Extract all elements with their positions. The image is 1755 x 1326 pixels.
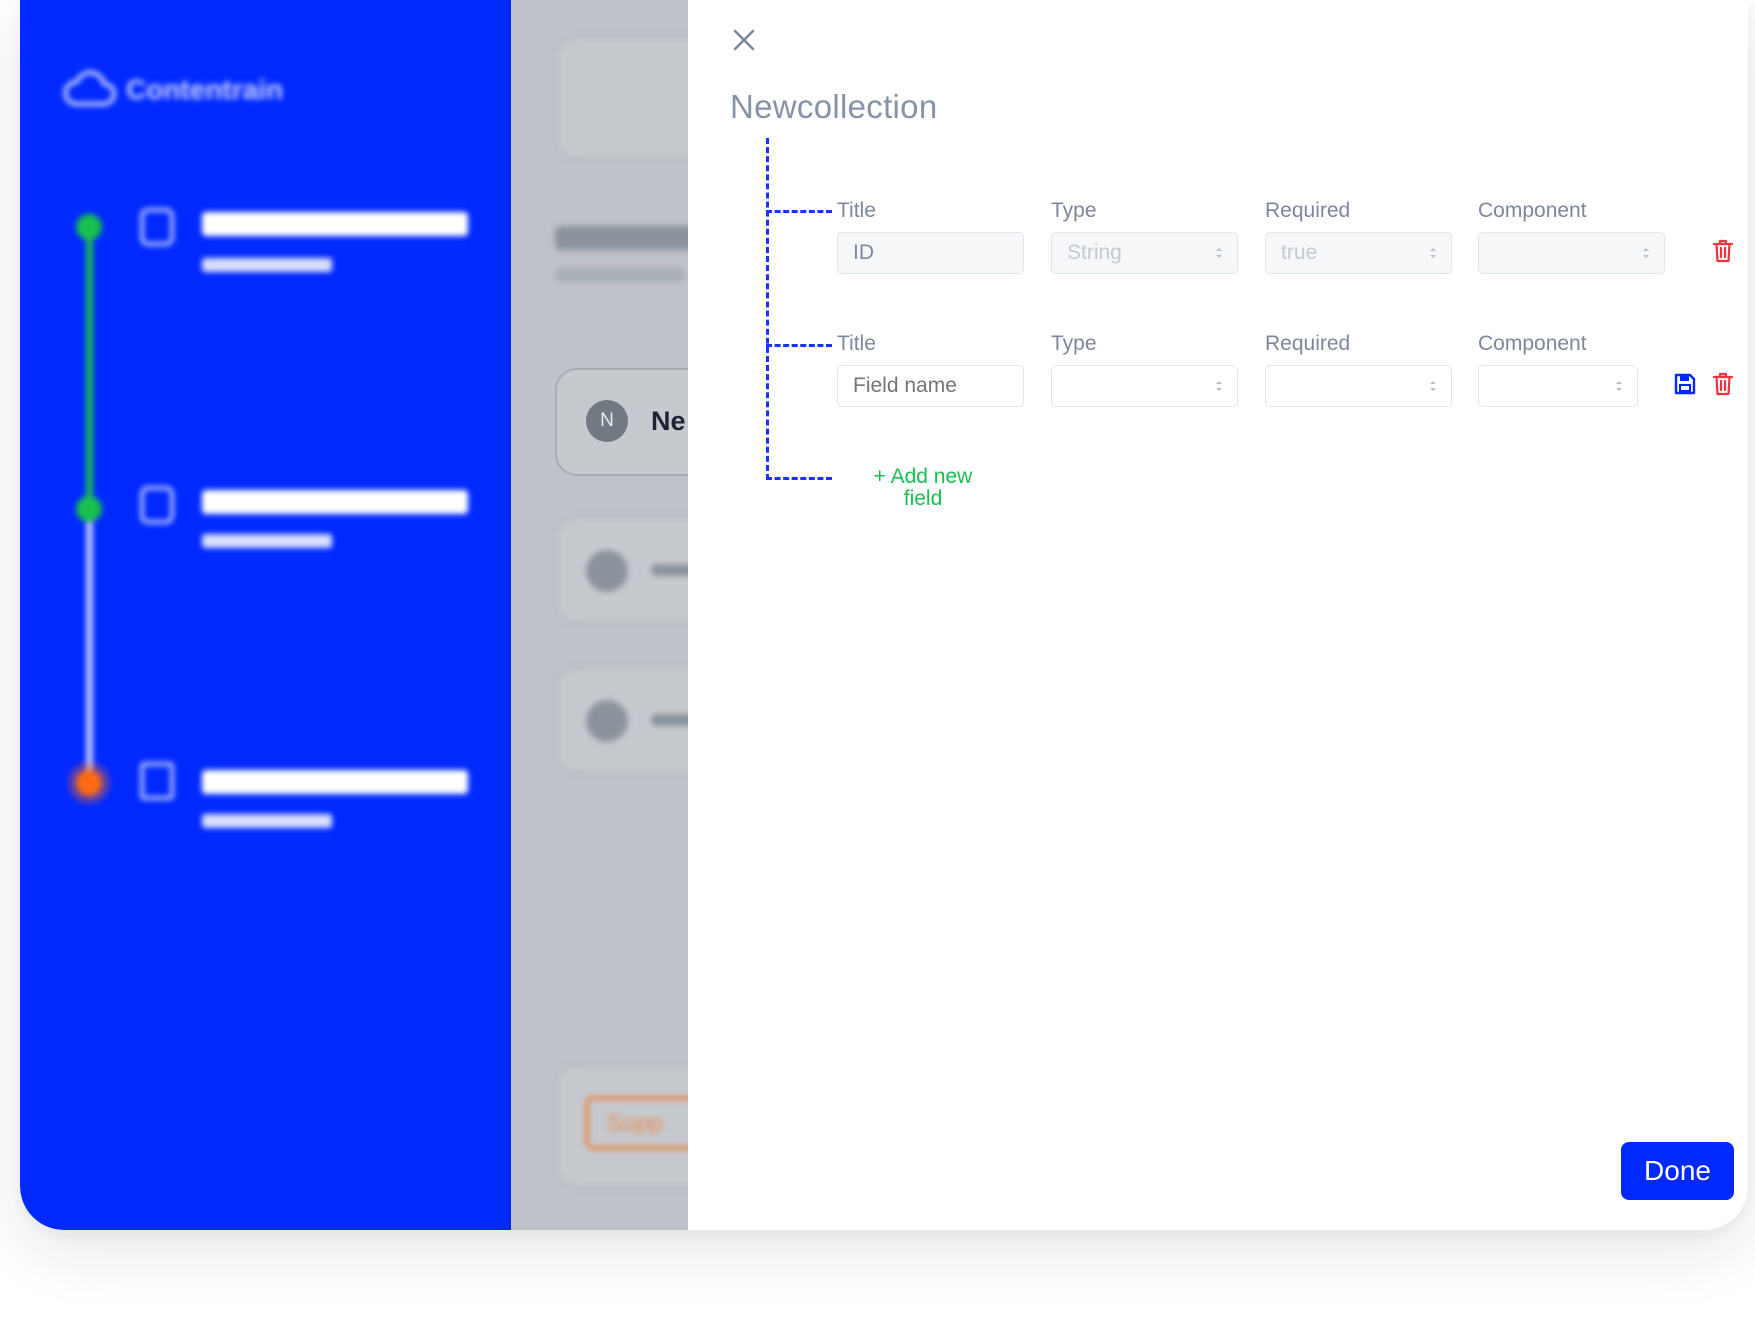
delete-field-button[interactable]: [1710, 370, 1736, 398]
select-arrows-icon: [1616, 381, 1622, 391]
field-name-input[interactable]: [838, 373, 1025, 399]
select-arrows-icon: [1430, 248, 1436, 258]
type-select[interactable]: String: [1051, 232, 1238, 274]
component-select[interactable]: [1478, 232, 1665, 274]
collection-name: Ne: [651, 406, 686, 436]
step-dot-complete: [76, 496, 102, 522]
tree-branch: [766, 344, 832, 347]
save-icon: [1674, 373, 1696, 395]
close-icon: [733, 29, 755, 51]
add-new-field-button[interactable]: + Add new field: [858, 466, 988, 510]
title-input-value: ID: [853, 241, 874, 264]
database-icon: [140, 208, 174, 246]
sidebar: Contentrain: [20, 0, 511, 1230]
step-title-placeholder: [202, 212, 468, 236]
select-arrows-icon: [1643, 248, 1649, 258]
trash-icon: [1712, 372, 1734, 396]
component-column-label: Component: [1478, 199, 1587, 222]
panel-title: Newcollection: [730, 88, 938, 125]
step-dot-current: [76, 770, 102, 796]
done-button[interactable]: Done: [1621, 1142, 1734, 1200]
required-select[interactable]: true: [1265, 232, 1452, 274]
title-input[interactable]: ID: [837, 232, 1024, 274]
select-arrows-icon: [1430, 381, 1436, 391]
component-select[interactable]: [1478, 365, 1638, 407]
type-select-value: String: [1067, 241, 1122, 264]
title-column-label: Title: [837, 332, 876, 355]
required-select[interactable]: [1265, 365, 1452, 407]
close-button[interactable]: [728, 24, 760, 56]
collection-avatar: N: [586, 400, 628, 442]
step-title-placeholder: [202, 770, 468, 794]
title-column-label: Title: [837, 199, 876, 222]
select-arrows-icon: [1216, 248, 1222, 258]
tree-connector: [766, 138, 769, 480]
step-dot-complete: [76, 214, 102, 240]
background-subheading-placeholder: [555, 268, 685, 282]
tree-branch: [766, 477, 832, 480]
tree-branch: [766, 210, 832, 213]
step-subtitle-placeholder: [202, 814, 332, 828]
cloud-icon: [63, 70, 116, 106]
step-title-placeholder: [202, 490, 468, 514]
save-field-button[interactable]: [1672, 370, 1698, 398]
type-column-label: Type: [1051, 332, 1097, 355]
progress-line-pending: [86, 510, 93, 786]
avatar: [586, 700, 628, 742]
step-subtitle-placeholder: [202, 534, 332, 548]
component-column-label: Component: [1478, 332, 1587, 355]
select-arrows-icon: [1216, 381, 1222, 391]
collection-editor-panel: Newcollection Title Type Required Compon…: [688, 0, 1748, 1230]
required-select-value: true: [1281, 241, 1318, 264]
app-window: Contentrain N Ne Supp Newcollection Titl…: [20, 0, 1748, 1230]
avatar: [586, 550, 628, 592]
progress-line-done: [86, 214, 93, 510]
app-logo: Contentrain: [62, 70, 283, 110]
required-column-label: Required: [1265, 199, 1351, 222]
delete-field-button[interactable]: [1710, 237, 1736, 265]
type-column-label: Type: [1051, 199, 1097, 222]
lock-icon: [140, 486, 174, 524]
grid-icon: [140, 762, 174, 800]
app-logo-text: Contentrain: [126, 74, 284, 105]
background-content: N Ne Supp: [511, 0, 765, 1230]
type-select[interactable]: [1051, 365, 1238, 407]
title-input[interactable]: [837, 365, 1025, 407]
trash-icon: [1712, 239, 1734, 263]
required-column-label: Required: [1265, 332, 1351, 355]
step-subtitle-placeholder: [202, 258, 332, 272]
